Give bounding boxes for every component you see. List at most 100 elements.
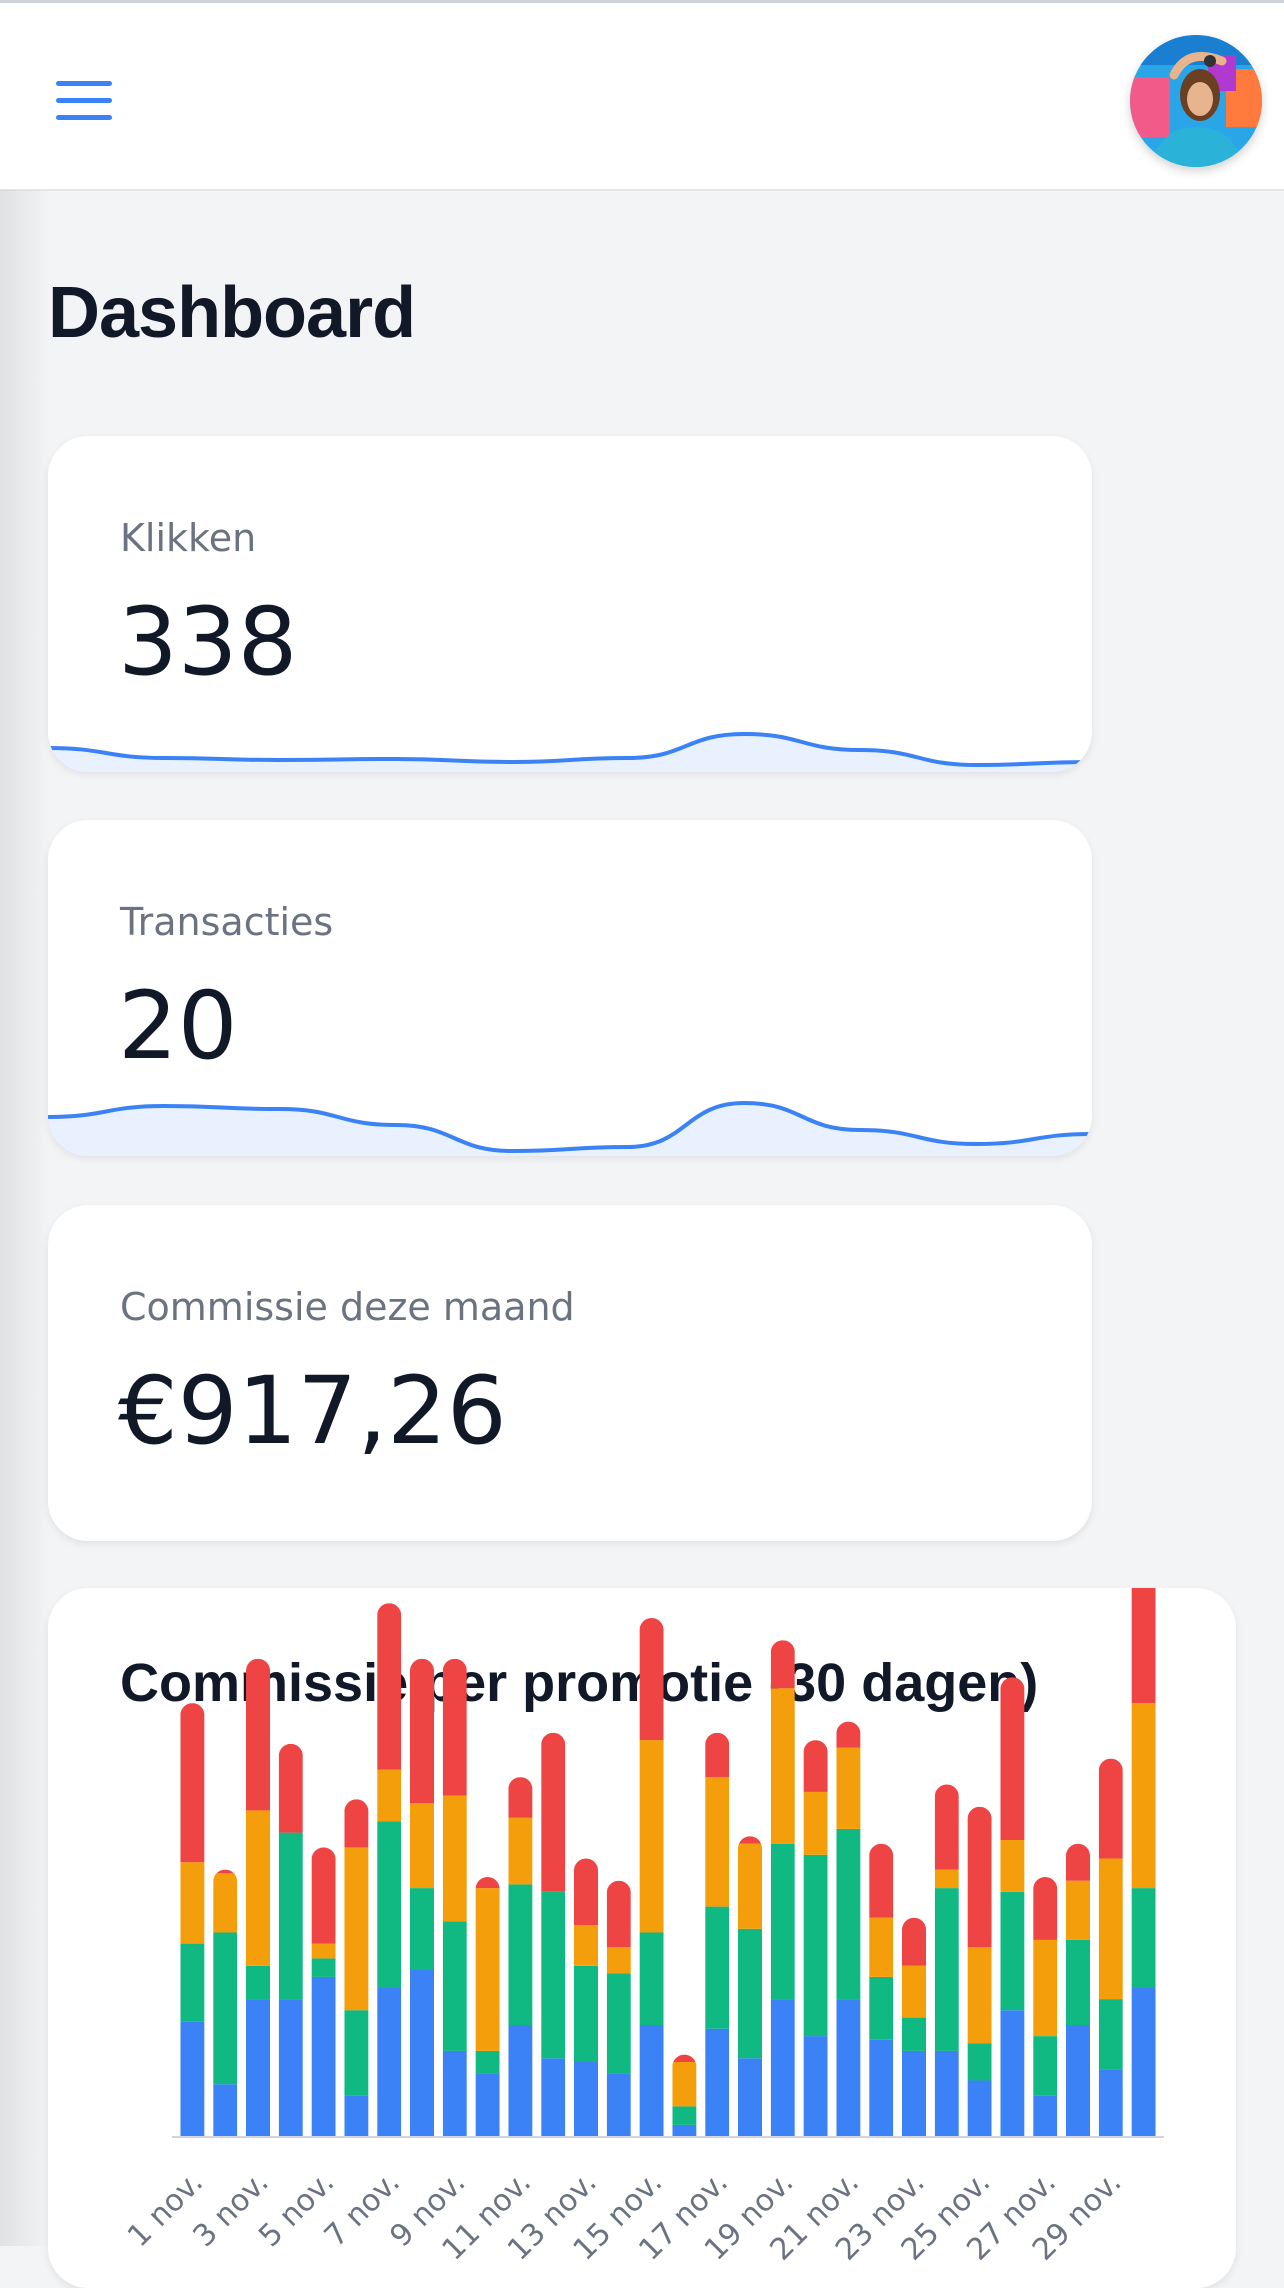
bar-segment-series-2 [934,1888,959,2051]
bar-segment-series-3 [475,1888,500,2051]
bar-stack[interactable] [1066,1843,1090,2136]
bar-segment-series-2 [1098,1999,1123,2070]
bar-stack[interactable] [738,1836,762,2136]
bar-stack[interactable] [902,1917,926,2136]
bar-segment-series-4 [902,1917,926,1966]
bar-segment-series-4 [180,1703,205,1863]
bar-segment-series-4 [606,1880,631,1948]
bar-segment-series-4 [278,1743,303,1833]
bar-segment-series-3 [639,1740,664,1933]
bar-segment-series-4 [639,1618,664,1741]
bar-segment-series-3 [803,1791,828,1855]
bar-segment-series-1 [1033,2095,1058,2136]
bar-segment-series-2 [180,1943,205,2022]
bar-segment-series-4 [836,1721,861,1748]
bar-segment-series-1 [278,1999,303,2136]
bar-segment-series-1 [311,1976,336,2136]
bar-segment-series-2 [606,1973,631,2074]
bar-segment-series-4 [246,1658,270,1811]
bar-stack[interactable] [836,1721,861,2136]
bar-stack[interactable] [606,1880,631,2136]
bar-segment-series-3 [1131,1703,1156,1889]
bar-stack[interactable] [803,1740,828,2136]
bar-segment-series-2 [278,1832,303,2000]
bar-segment-series-3 [738,1843,762,1929]
bar-segment-series-1 [639,2025,664,2136]
bar-segment-series-1 [705,2028,730,2136]
bar-segment-series-1 [541,2058,566,2136]
stat-card-commission: Commissie deze maand €917,26 [48,1205,1092,1541]
stat-label: Transacties [120,900,334,944]
bar-stack[interactable] [213,1869,238,2136]
bar-segment-series-4 [1066,1843,1090,1881]
bar-segment-series-3 [1066,1880,1090,1940]
bar-stack[interactable] [1098,1758,1123,2136]
bar-stack[interactable] [541,1732,566,2136]
bar-stack[interactable] [770,1640,795,2136]
bar-stack[interactable] [672,2054,697,2136]
bar-segment-series-3 [311,1943,336,1959]
bar-segment-series-3 [1000,1840,1025,1892]
bar-segment-series-1 [902,2050,926,2136]
chart-card: Commissie per promotie (30 dagen) 1 nov.… [48,1588,1236,2288]
bar-segment-series-4 [1000,1677,1025,1840]
stat-value: 338 [118,588,298,697]
bar-stack[interactable] [639,1618,664,2136]
bar-segment-series-2 [1131,1888,1156,1988]
bar-stack[interactable] [377,1603,402,2136]
bar-segment-series-3 [180,1862,205,1944]
bar-segment-series-3 [836,1747,861,1829]
bar-segment-series-1 [377,1988,402,2136]
sparkline-clicks [48,731,1092,772]
bar-segment-series-1 [344,2095,369,2136]
bar-segment-series-4 [410,1658,434,1803]
bar-segment-series-2 [1000,1891,1025,2011]
bar-stack[interactable] [311,1847,336,2136]
bar-stack[interactable] [410,1658,434,2136]
bar-segment-series-2 [574,1965,598,2062]
bar-segment-series-1 [1131,1988,1156,2136]
bar-stack[interactable] [180,1703,205,2136]
bar-segment-series-1 [410,1969,434,2136]
stat-value: €917,26 [118,1357,507,1466]
bar-stack[interactable] [1000,1677,1025,2136]
bar-segment-series-4 [967,1806,992,1948]
bar-segment-series-2 [672,2106,697,2125]
bar-segment-series-2 [442,1921,467,2051]
bar-segment-series-2 [1033,2036,1058,2096]
bar-stack[interactable] [1033,1877,1058,2136]
bar-stack[interactable] [278,1743,303,2136]
stacked-bar-chart: 1 nov.3 nov.5 nov.7 nov.9 nov.11 nov.13 … [121,1588,1164,2267]
bar-stack[interactable] [869,1843,894,2136]
bar-stack[interactable] [442,1658,467,2136]
bar-segment-series-1 [442,2050,467,2136]
bar-stack[interactable] [344,1799,369,2136]
bar-segment-series-1 [508,2025,533,2136]
user-avatar[interactable] [1130,35,1262,167]
bar-segment-series-3 [1033,1939,1058,2037]
bar-segment-series-2 [475,2050,500,2074]
bar-segment-series-1 [1000,2010,1025,2136]
bar-stack[interactable] [934,1784,959,2137]
hamburger-menu-icon[interactable] [48,73,120,129]
bar-segment-series-3 [410,1803,434,1889]
bar-segment-series-2 [770,1843,795,2000]
bar-stack[interactable] [475,1877,500,2136]
bar-stack[interactable] [574,1858,598,2137]
bar-stack[interactable] [508,1777,533,2136]
bar-stack[interactable] [1131,1588,1156,2136]
bar-segment-series-4 [442,1658,467,1796]
bar-stack[interactable] [705,1732,730,2136]
bar-segment-series-2 [344,2010,369,2096]
bar-stack[interactable] [967,1806,992,2136]
bar-segment-series-4 [344,1799,369,1848]
stat-value: 20 [118,972,238,1081]
bar-segment-series-3 [508,1817,533,1885]
bar-segment-series-4 [803,1740,828,1792]
bar-segment-series-3 [902,1965,926,2018]
bar-stack[interactable] [246,1658,270,2136]
sidebar-edge-shadow [0,190,50,2246]
bar-segment-series-1 [836,1999,861,2136]
bar-segment-series-3 [672,2062,697,2107]
avatar-image [1130,35,1262,167]
